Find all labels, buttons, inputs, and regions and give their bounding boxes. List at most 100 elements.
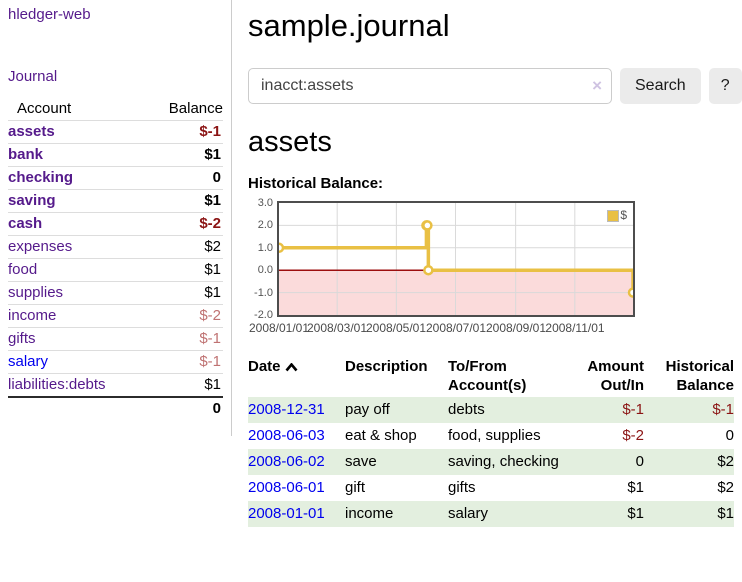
chart-ytick-label: 0.0	[248, 265, 273, 276]
register-balance: $2	[644, 475, 734, 501]
account-link[interactable]: gifts	[8, 330, 36, 347]
register-accounts: saving, checking	[448, 449, 562, 475]
register-header-amount: AmountOut/In	[562, 355, 644, 397]
account-balance: $1	[146, 190, 223, 213]
account-link[interactable]: expenses	[8, 238, 72, 255]
account-balance: $-1	[146, 351, 223, 374]
chart-ytick-label: -2.0	[248, 310, 273, 321]
register-description: eat & shop	[345, 423, 448, 449]
account-row: bank$1	[8, 144, 223, 167]
account-link[interactable]: saving	[8, 192, 56, 209]
register-row: 2008-06-01 giftgifts$1$2	[248, 475, 734, 501]
chart-ytick-label: 1.0	[248, 243, 273, 254]
register-date-link[interactable]: 2008-06-02	[248, 453, 325, 470]
register-row: 2008-12-31pay offdebts$-1$-1	[248, 397, 734, 423]
account-link[interactable]: income	[8, 307, 56, 324]
register-header-description: Description	[345, 355, 448, 397]
register-date-link[interactable]: 2008-06-03	[248, 427, 325, 444]
chart-ytick-label: 3.0	[248, 198, 273, 209]
account-balance: $1	[146, 374, 223, 398]
account-balance: $2	[146, 236, 223, 259]
register-row: 2008-06-02 savesaving, checking0$2	[248, 449, 734, 475]
chart-xtick-label: 2008/01/01	[247, 321, 311, 335]
account-row: supplies $1	[8, 282, 223, 305]
register-balance: $-1	[644, 397, 734, 423]
main-content: sample.journal × Search ? assets Histori…	[248, 0, 734, 527]
account-balance: $-1	[146, 328, 223, 351]
register-accounts: gifts	[448, 475, 562, 501]
account-balance: $-2	[146, 213, 223, 236]
nav-journal-link[interactable]: Journal	[8, 68, 57, 85]
account-row: cash $-2	[8, 213, 223, 236]
search-button[interactable]: Search	[620, 68, 701, 104]
account-row: salary $-1	[8, 351, 223, 374]
register-amount: $1	[562, 475, 644, 501]
register-date-link[interactable]: 2008-06-01	[248, 479, 325, 496]
account-link[interactable]: liabilities:debts	[8, 376, 106, 393]
account-row: assets$-1	[8, 121, 223, 144]
help-button[interactable]: ?	[709, 68, 742, 104]
register-accounts: debts	[448, 397, 562, 423]
register-row: 2008-01-01incomesalary$1$1	[248, 501, 734, 527]
register-row: 2008-06-03eat & shopfood, supplies$-20	[248, 423, 734, 449]
data-point-marker	[629, 289, 633, 297]
account-balance: $1	[146, 259, 223, 282]
account-link[interactable]: assets	[8, 123, 55, 140]
register-balance: $1	[644, 501, 734, 527]
chart-xtick-label: 2008/05/01	[364, 321, 428, 335]
account-link[interactable]: salary	[8, 353, 48, 370]
chart-xtick-label: 2008/11/01	[543, 321, 607, 335]
register-accounts: food, supplies	[448, 423, 562, 449]
chart-ytick-label: -1.0	[248, 288, 273, 299]
chart-xtick-label: 2008/07/01	[424, 321, 488, 335]
account-row: checking 0	[8, 167, 223, 190]
app-title-link[interactable]: hledger-web	[8, 6, 91, 23]
accounts-header-balance: Balance	[146, 98, 223, 121]
account-balance: 0	[146, 167, 223, 190]
account-row: income $-2	[8, 305, 223, 328]
register-header-tofrom: To/FromAccount(s)	[448, 355, 562, 397]
account-link[interactable]: checking	[8, 169, 73, 186]
page-title: sample.journal	[248, 8, 734, 44]
chart-legend: $	[606, 208, 628, 223]
register-description: gift	[345, 475, 448, 501]
account-link[interactable]: food	[8, 261, 37, 278]
register-date-link[interactable]: 2008-12-31	[248, 401, 325, 418]
account-heading: assets	[248, 125, 734, 159]
register-amount: 0	[562, 449, 644, 475]
register-amount: $1	[562, 501, 644, 527]
chart-title: Historical Balance:	[248, 175, 734, 192]
register-description: save	[345, 449, 448, 475]
chart-plot-area: $	[277, 201, 635, 317]
register-date-link[interactable]: 2008-01-01	[248, 505, 325, 522]
chart-xtick-label: 2008/03/01	[305, 321, 369, 335]
account-link[interactable]: cash	[8, 215, 42, 232]
chart-xtick-label: 2008/09/01	[484, 321, 548, 335]
data-point-marker	[423, 221, 431, 229]
register-header-date[interactable]: Date	[248, 355, 345, 397]
register-table: DateDescriptionTo/FromAccount(s)AmountOu…	[248, 355, 734, 527]
account-link[interactable]: bank	[8, 146, 43, 163]
data-point-marker	[424, 266, 432, 274]
account-row: liabilities:debts $1	[8, 374, 223, 398]
accounts-total-row: 0	[8, 397, 223, 420]
account-link[interactable]: supplies	[8, 284, 63, 301]
account-balance: $-2	[146, 305, 223, 328]
register-balance: 0	[644, 423, 734, 449]
search-input[interactable]	[248, 68, 612, 104]
register-description: pay off	[345, 397, 448, 423]
register-description: income	[345, 501, 448, 527]
clear-search-icon[interactable]: ×	[592, 76, 602, 96]
register-balance: $2	[644, 449, 734, 475]
accounts-header-account: Account	[8, 98, 146, 121]
legend-label: $	[620, 209, 627, 222]
accounts-total-value: 0	[146, 397, 223, 420]
register-accounts: salary	[448, 501, 562, 527]
account-balance: $1	[146, 282, 223, 305]
legend-swatch-icon	[607, 210, 619, 222]
sidebar: hledger-web Journal Account Balance asse…	[0, 0, 232, 436]
account-row: food $1	[8, 259, 223, 282]
account-row: saving $1	[8, 190, 223, 213]
register-amount: $-1	[562, 397, 644, 423]
register-header-historical: HistoricalBalance	[644, 355, 734, 397]
